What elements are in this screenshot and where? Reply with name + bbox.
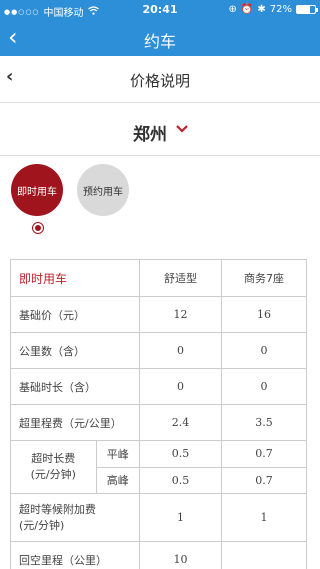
mode-instant-button[interactable]: 即时用车 xyxy=(11,164,63,216)
cell-value: 0 xyxy=(138,332,223,369)
overtime-label-line2: (元/分钟) xyxy=(30,468,76,481)
cell-value: 0.5 xyxy=(138,440,223,468)
orientation-lock-icon: ⊕ xyxy=(228,4,237,15)
city-name[interactable]: 郑州 xyxy=(0,120,320,145)
cell-value: 2.4 xyxy=(138,404,223,441)
table-row: 公里数（含） 0 0 xyxy=(10,332,307,369)
cell-value: 1 xyxy=(138,493,223,542)
sub-header: ‹ 价格说明 xyxy=(0,56,320,103)
cell-value: 0.7 xyxy=(221,440,307,468)
table-header-row: 即时用车 舒适型 商务7座 xyxy=(10,259,307,297)
row-label: 超里程费（元/公里） xyxy=(10,404,140,441)
table-row: 超时长费 (元/分钟) 平峰 高峰 0.5 0.7 xyxy=(10,440,307,494)
row-label: 回空里程（公里） xyxy=(10,541,140,569)
table-row: 基础时长（含） 0 0 xyxy=(10,368,307,405)
cell-value: 10 xyxy=(138,541,223,569)
wait-label-line1: 超时等候附加费 xyxy=(19,502,96,516)
price-table: 即时用车 舒适型 商务7座 基础价（元） 12 16 公里数（含） 0 0 基础… xyxy=(10,259,307,569)
cell-value: 0 xyxy=(221,332,307,369)
chevron-down-icon[interactable] xyxy=(176,122,188,136)
cell-value: 0.7 xyxy=(221,466,307,494)
alarm-icon: ⏰ xyxy=(240,4,254,15)
battery-icon xyxy=(296,5,318,14)
cell-value: 0 xyxy=(221,368,307,405)
row-label: 公里数（含） xyxy=(10,332,140,369)
cell-value: 3.5 xyxy=(221,404,307,441)
cell-value: 0.5 xyxy=(138,466,223,494)
table-row: 基础价（元） 12 16 xyxy=(10,296,307,333)
table-row: 超时等候附加费 (元/分钟) 1 1 xyxy=(10,493,307,542)
overtime-label-line1: 超时长费 xyxy=(31,452,76,465)
overtime-cell: 超时长费 (元/分钟) 平峰 高峰 xyxy=(10,440,140,494)
mode-reserve-button[interactable]: 预约用车 xyxy=(77,164,129,216)
wait-label-line2: (元/分钟) xyxy=(19,518,65,532)
header-cell: 舒适型 xyxy=(138,259,223,297)
peak-flat-label: 平峰 xyxy=(96,441,139,468)
cell-value: 16 xyxy=(221,296,307,333)
nav-bar: ‹ 约车 xyxy=(0,20,320,56)
city-selector[interactable]: 郑州 xyxy=(0,104,320,156)
cell-value xyxy=(221,541,307,569)
peak-high-label: 高峰 xyxy=(106,474,129,488)
status-bar: ●●○○○ 中国移动 20:41 ⊕ ⏰ ✱ 72% xyxy=(0,0,320,20)
selected-indicator xyxy=(32,222,44,234)
overtime-label: 超时长费 (元/分钟) xyxy=(11,441,97,493)
row-label: 基础时长（含） xyxy=(10,368,140,405)
status-right: ⊕ ⏰ ✱ 72% xyxy=(228,4,318,15)
section-title: 价格说明 xyxy=(129,72,190,90)
cell-value: 0 xyxy=(138,368,223,405)
row-label: 基础价（元） xyxy=(10,296,140,333)
header-cell: 商务7座 xyxy=(221,259,307,297)
page-title: 约车 xyxy=(143,32,176,51)
row-label: 超时等候附加费 (元/分钟) xyxy=(10,493,140,542)
table-row: 回空里程（公里） 10 xyxy=(10,541,307,569)
bluetooth-icon: ✱ xyxy=(257,4,266,15)
cell-value: 1 xyxy=(221,493,307,542)
battery-percent: 72% xyxy=(269,4,292,15)
table-row: 超里程费（元/公里） 2.4 3.5 xyxy=(10,404,307,441)
cell-value: 12 xyxy=(138,296,223,333)
header-cell: 即时用车 xyxy=(10,259,140,297)
